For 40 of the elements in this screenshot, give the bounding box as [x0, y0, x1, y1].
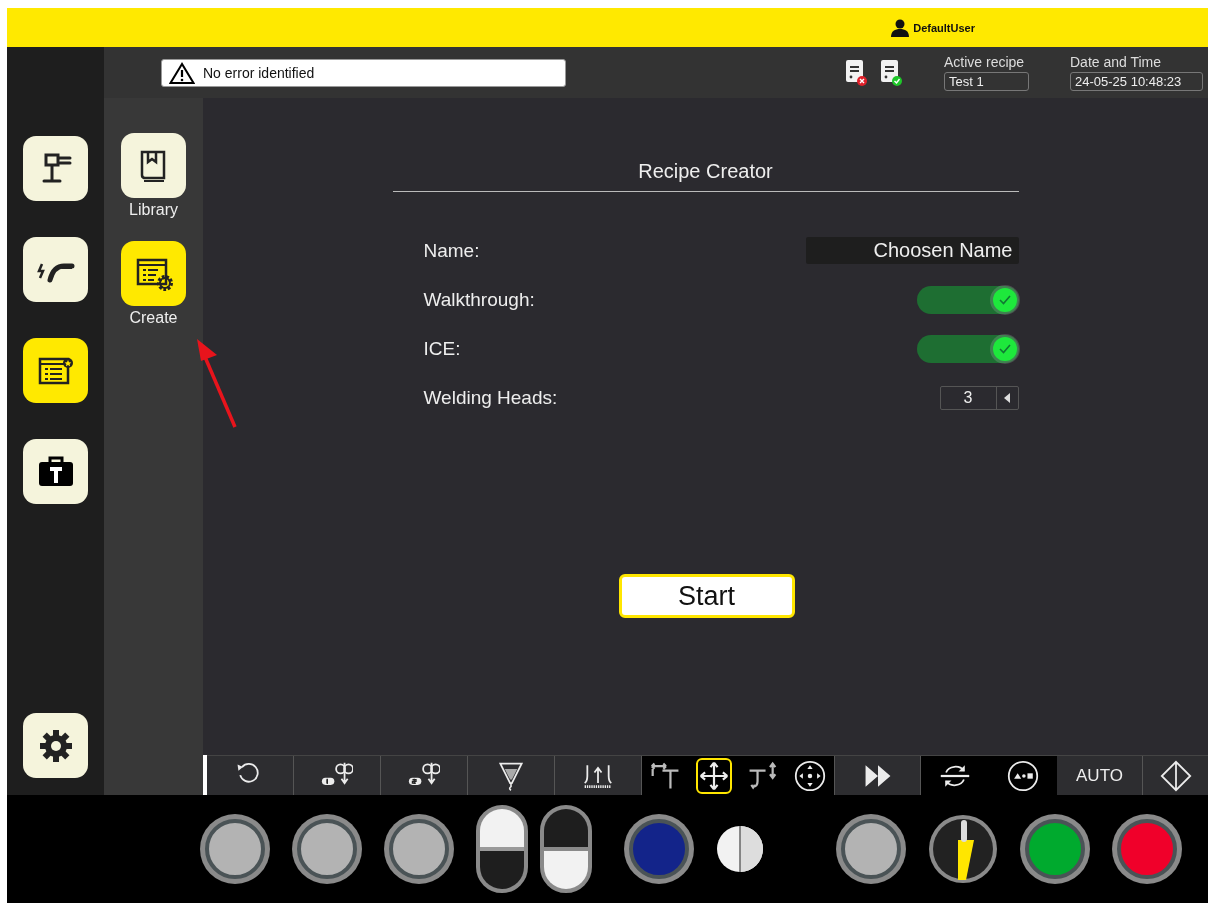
nav-button[interactable] [23, 439, 88, 504]
check-icon [998, 343, 1011, 354]
active-recipe-field: Test 1 [944, 72, 1029, 91]
key-switch[interactable] [928, 814, 998, 884]
toolbar-button[interactable] [834, 756, 921, 795]
field-label: ICE: [423, 337, 461, 360]
start-button[interactable]: Start [618, 574, 795, 618]
toggle-switch[interactable] [916, 334, 1019, 363]
toggle-switch[interactable] [916, 285, 1019, 314]
caret-icon [1004, 392, 1010, 403]
status-message: No error identified [203, 64, 315, 81]
date-time-field: 24-05-25 10:48:23 [1070, 72, 1203, 91]
position-icon [1007, 759, 1039, 792]
move-icon [696, 757, 732, 794]
rocker-switch[interactable] [540, 805, 592, 893]
menu-label: Library [129, 201, 178, 219]
field-label: Walkthrough: [423, 288, 535, 311]
field-label: Active recipe [944, 54, 1026, 70]
document-ok-icon [879, 58, 903, 87]
nav-button[interactable] [23, 338, 88, 403]
form-title: Recipe Creator [392, 160, 1019, 192]
indicator-lamp [716, 825, 764, 873]
menu-label: Create [129, 309, 178, 327]
nav-button[interactable] [121, 241, 186, 306]
field-label: Welding Heads: [423, 386, 558, 409]
user-name: DefaultUser [913, 21, 975, 34]
rocker-switch[interactable] [476, 805, 528, 893]
nav-button[interactable] [23, 136, 88, 201]
diamond-icon [1159, 759, 1192, 792]
field-label: Date and Time [1070, 54, 1163, 70]
joystick-icon [794, 759, 826, 792]
nav-button[interactable] [23, 237, 88, 302]
user-icon [891, 18, 910, 37]
name-field[interactable]: Choosen Name [805, 237, 1019, 264]
check-icon [998, 294, 1011, 305]
field-label: Name: [423, 239, 480, 262]
warning-icon [169, 61, 195, 84]
nav-button[interactable] [23, 713, 88, 778]
document-error-icon [844, 58, 868, 87]
nav-button[interactable] [121, 133, 186, 198]
